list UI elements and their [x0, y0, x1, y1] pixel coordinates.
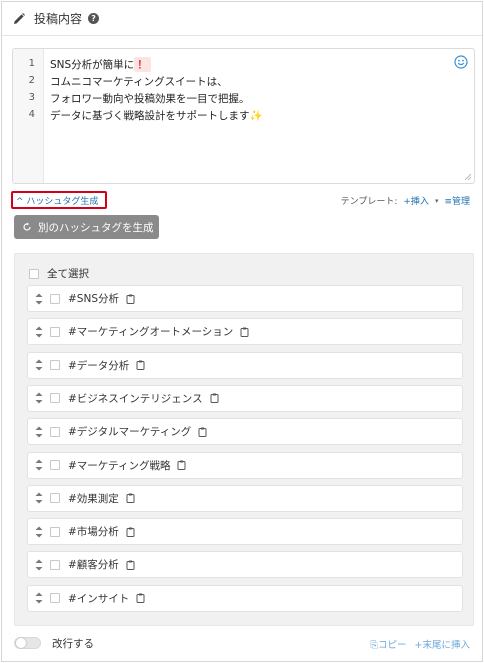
hashtag-label: #SNS分析 — [68, 293, 119, 305]
clipboard-icon[interactable] — [126, 493, 135, 504]
hashtag-label: #デジタルマーケティング — [68, 426, 192, 439]
drag-handle-icon[interactable] — [34, 526, 44, 538]
hashtag-row[interactable]: #SNS分析 — [27, 285, 463, 312]
template-label: テンプレート: — [340, 197, 398, 207]
hashtag-label: #顧客分析 — [68, 559, 119, 572]
hashtag-label: #効果測定 — [68, 492, 119, 505]
hashtag-checkbox[interactable] — [50, 593, 60, 604]
clipboard-icon[interactable] — [136, 593, 145, 604]
clipboard-icon[interactable] — [126, 294, 135, 304]
post-content-panel: 投稿内容 ? 1 2 3 4 SNS分析が簡単に！ コムニコマーケティングスイー… — [1, 1, 483, 662]
hashtag-row[interactable]: #データ分析 — [27, 351, 463, 379]
clipboard-icon[interactable] — [198, 427, 207, 437]
editor-line[interactable]: フォロワー動向や投稿効果を一目で把握。 — [50, 91, 250, 106]
sparkles-emoji: ✨ — [249, 110, 263, 122]
hashtag-label: #マーケティングオートメーション — [68, 326, 234, 339]
clipboard-icon[interactable] — [177, 460, 186, 470]
drag-handle-icon[interactable] — [34, 392, 44, 404]
hashtag-list-panel: 全て選択 #SNS分析 #マーケティングオートメーション #データ分析 #ビジネスイン… — [14, 253, 474, 626]
line-number: 1 — [28, 58, 35, 69]
panel-title: 投稿内容 — [34, 12, 83, 26]
hashtag-generation-toggle[interactable]: ^ ハッシュタグ生成 — [11, 191, 107, 209]
smiley-icon[interactable] — [454, 55, 468, 69]
hashtag-checkbox[interactable] — [50, 426, 60, 437]
post-text-editor[interactable]: 1 2 3 4 SNS分析が簡単に！ コムニコマーケティングスイートは、 フォロ… — [12, 48, 475, 184]
hashtag-label: #マーケティング戦略 — [68, 459, 171, 472]
hashtag-label: #ビジネスインテリジェンス — [68, 392, 203, 405]
pencil-icon — [14, 12, 25, 24]
hashtag-row[interactable]: #市場分析 — [27, 518, 463, 546]
drag-handle-icon[interactable] — [34, 459, 44, 471]
hashtag-checkbox[interactable] — [50, 559, 60, 570]
drag-handle-icon[interactable] — [34, 359, 44, 371]
regenerate-hashtags-label: 別のハッシュタグを生成 — [38, 221, 154, 234]
clipboard-icon[interactable] — [126, 560, 135, 570]
chevron-down-icon[interactable]: ▾ — [435, 197, 439, 205]
editor-line[interactable]: コムニコマーケティングスイートは、 — [50, 74, 228, 89]
hashtag-checkbox[interactable] — [50, 526, 60, 537]
drag-handle-icon[interactable] — [34, 293, 44, 305]
hashtag-checkbox[interactable] — [50, 493, 60, 504]
template-controls: テンプレート: +挿入 ▾ ≡管理 — [340, 194, 470, 208]
line-break-toggle[interactable] — [14, 637, 41, 649]
editor-line[interactable]: データに基づく戦略設計をサポートします✨ — [50, 108, 263, 123]
select-all-label: 全て選択 — [47, 268, 89, 280]
line-break-label: 改行する — [52, 638, 94, 650]
hashtag-checkbox[interactable] — [50, 326, 60, 337]
hashtag-row[interactable]: #マーケティング戦略 — [27, 451, 463, 479]
template-insert-link[interactable]: +挿入 — [403, 194, 429, 207]
clipboard-icon[interactable] — [210, 393, 219, 404]
help-icon[interactable]: ? — [88, 13, 100, 24]
resize-handle-icon[interactable] — [464, 173, 472, 181]
hashtag-row[interactable]: #デジタルマーケティング — [27, 418, 463, 446]
line-number: 4 — [28, 109, 35, 120]
drag-handle-icon[interactable] — [34, 492, 44, 504]
hashtag-label: #インサイト — [68, 592, 130, 605]
hashtag-label: #市場分析 — [68, 526, 119, 539]
select-all-checkbox[interactable] — [29, 268, 39, 279]
editor-line[interactable]: SNS分析が簡単に！ — [50, 57, 151, 72]
hashtag-row[interactable]: #インサイト — [27, 584, 463, 612]
drag-handle-icon[interactable] — [34, 326, 44, 338]
toggle-knob — [15, 637, 27, 649]
copy-button[interactable]: ⎘コピー — [370, 637, 406, 651]
hashtag-row[interactable]: #顧客分析 — [27, 551, 463, 579]
line-number: 2 — [28, 75, 35, 86]
hashtag-row[interactable]: #ビジネスインテリジェンス — [27, 384, 463, 412]
footer-bar: 改行する ⎘コピー +末尾に挿入 — [2, 632, 482, 656]
drag-handle-icon[interactable] — [34, 592, 44, 604]
template-manage-link[interactable]: ≡管理 — [444, 194, 470, 207]
drag-handle-icon[interactable] — [34, 559, 44, 571]
clipboard-icon[interactable] — [240, 327, 249, 337]
drag-handle-icon[interactable] — [34, 426, 44, 438]
hashtag-checkbox[interactable] — [50, 293, 60, 304]
clipboard-icon[interactable] — [136, 360, 145, 371]
append-to-end-button[interactable]: +末尾に挿入 — [415, 637, 470, 651]
hashtag-checkbox[interactable] — [50, 393, 60, 404]
hashtag-checkbox[interactable] — [50, 360, 60, 371]
exclamation-emoji: ！ — [134, 57, 151, 72]
refresh-icon — [23, 222, 31, 231]
hashtag-row[interactable]: #マーケティングオートメーション — [27, 318, 463, 346]
select-all-control[interactable]: 全て選択 — [29, 266, 89, 281]
hashtag-row[interactable]: #効果測定 — [27, 484, 463, 512]
hashtag-label: #データ分析 — [68, 359, 130, 372]
regenerate-hashtags-button[interactable]: 別のハッシュタグを生成 — [14, 215, 159, 239]
clipboard-icon[interactable] — [126, 527, 135, 537]
panel-header: 投稿内容 ? — [2, 2, 482, 36]
line-number: 3 — [28, 92, 35, 103]
hashtag-checkbox[interactable] — [50, 460, 60, 470]
footer-actions: ⎘コピー +末尾に挿入 — [370, 637, 470, 651]
